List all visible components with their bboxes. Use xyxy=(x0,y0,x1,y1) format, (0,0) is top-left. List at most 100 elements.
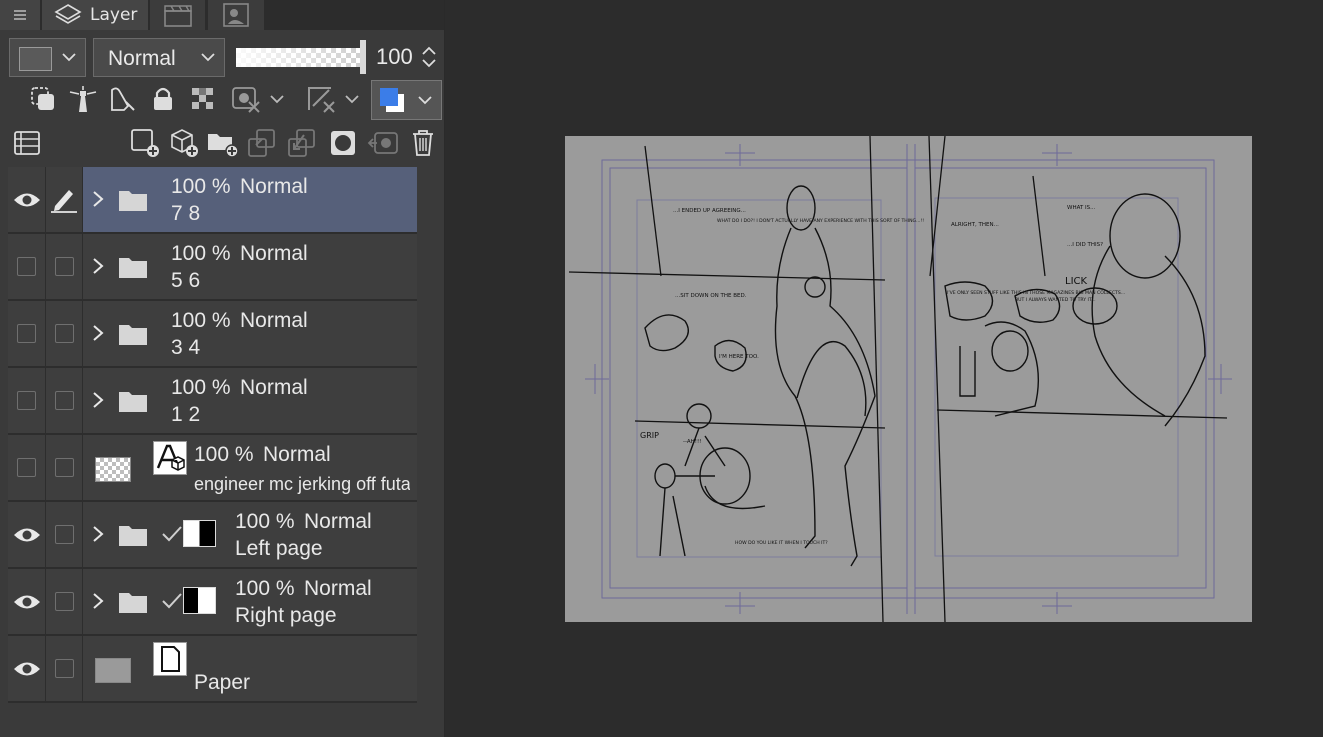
edit-checkbox xyxy=(54,324,74,343)
edit-checkbox xyxy=(54,525,74,544)
paper-icon xyxy=(161,646,180,672)
layer-color-select[interactable] xyxy=(9,38,86,77)
folder-icon xyxy=(119,258,147,278)
text-vector-icon xyxy=(156,444,185,471)
eye-icon xyxy=(13,662,40,675)
chevron-right-icon[interactable] xyxy=(91,591,105,611)
mask-enable-select[interactable] xyxy=(228,82,288,116)
speech-text: BUT I ALWAYS WANTED TO TRY IT... xyxy=(1015,297,1096,303)
layer-blend-mode: Normal xyxy=(240,376,308,399)
layer-row-7-8[interactable]: 100 % Normal 7 8 xyxy=(8,167,417,234)
blend-mode-select[interactable]: Normal xyxy=(93,38,225,77)
editing-target-toggle[interactable] xyxy=(46,435,83,500)
chevron-right-icon[interactable] xyxy=(91,256,105,276)
layer-row-right-page[interactable]: 100 % Normal Right page xyxy=(8,569,417,636)
layer-opacity: 100 % xyxy=(235,577,295,600)
layer-mask-thumbnail[interactable] xyxy=(183,520,216,547)
lock-layer-button[interactable] xyxy=(146,82,180,116)
layer-name-area[interactable]: 100 % Normal 7 8 xyxy=(83,167,417,232)
tab-navigator[interactable] xyxy=(208,0,264,30)
visibility-toggle[interactable] xyxy=(8,301,46,366)
text-layer-type-icon xyxy=(153,441,187,475)
layer-color-picker[interactable] xyxy=(371,80,442,120)
create-layer-mask-button[interactable] xyxy=(326,126,360,160)
canvas-area[interactable]: ...I ENDED UP AGREEING... WHAT DO I DO?!… xyxy=(445,0,1323,737)
palette-tab-bar: Layer xyxy=(0,0,444,30)
visibility-toggle[interactable] xyxy=(8,167,46,232)
editing-target-toggle[interactable] xyxy=(46,368,83,433)
combine-with-layer-below-button[interactable] xyxy=(285,126,319,160)
speech-text: I'M HERE TOO. xyxy=(719,354,759,360)
layer-mask-thumbnail[interactable] xyxy=(183,587,216,614)
layer-name-area[interactable]: 100 % Normal engineer mc jerking off fut… xyxy=(83,435,417,500)
opacity-spinner-icon[interactable] xyxy=(419,44,439,70)
tab-animation[interactable] xyxy=(150,0,205,30)
editing-target-toggle[interactable] xyxy=(46,301,83,366)
opacity-slider-handle[interactable] xyxy=(360,40,366,74)
opacity-value[interactable]: 100 xyxy=(376,44,413,70)
visibility-toggle[interactable] xyxy=(8,636,46,701)
layer-row-3-4[interactable]: 100 % Normal 3 4 xyxy=(8,301,417,368)
visibility-checkbox xyxy=(17,458,36,477)
palette-menu-button[interactable] xyxy=(0,0,40,30)
draft-layer-button[interactable] xyxy=(106,82,140,116)
transfer-to-lower-layer-button[interactable] xyxy=(245,126,279,160)
layer-name-area[interactable]: 100 % Normal 1 2 xyxy=(83,368,417,433)
visibility-toggle[interactable] xyxy=(8,435,46,500)
layer-name-area[interactable]: 100 % Normal 3 4 xyxy=(83,301,417,366)
chevron-right-icon[interactable] xyxy=(91,524,105,544)
list-panel-icon xyxy=(14,131,40,155)
lock-transparent-pixels-button[interactable] xyxy=(186,82,220,116)
edit-checkbox xyxy=(54,592,74,611)
draft-pen-icon xyxy=(111,87,135,111)
chevron-down-icon xyxy=(418,96,432,105)
layer-name-area[interactable]: Paper xyxy=(83,636,417,701)
comic-canvas[interactable]: ...I ENDED UP AGREEING... WHAT DO I DO?!… xyxy=(565,136,1252,622)
chevron-right-icon[interactable] xyxy=(91,390,105,410)
layer-row-5-6[interactable]: 100 % Normal 5 6 xyxy=(8,234,417,301)
editing-target-toggle[interactable] xyxy=(46,569,83,634)
delete-layer-button[interactable] xyxy=(406,126,440,160)
visibility-toggle[interactable] xyxy=(8,569,46,634)
ruler-display-select[interactable] xyxy=(304,82,366,116)
chevron-right-icon[interactable] xyxy=(91,323,105,343)
chevron-right-icon[interactable] xyxy=(91,189,105,209)
visibility-toggle[interactable] xyxy=(8,368,46,433)
visibility-toggle[interactable] xyxy=(8,234,46,299)
reference-layer-button[interactable] xyxy=(66,82,100,116)
layer-name-area[interactable]: 100 % Normal Left page xyxy=(83,502,417,567)
mask-enabled-check-icon[interactable] xyxy=(161,591,183,611)
visibility-toggle[interactable] xyxy=(8,502,46,567)
new-raster-layer-button[interactable] xyxy=(128,126,162,160)
layer-name: 3 4 xyxy=(171,336,201,359)
blend-mode-value: Normal xyxy=(108,47,176,70)
navigator-icon xyxy=(223,3,249,27)
tab-layer[interactable]: Layer xyxy=(42,0,148,30)
opacity-slider[interactable] xyxy=(236,48,360,67)
transfer-down-icon xyxy=(248,129,275,157)
layer-property-toggle-button[interactable] xyxy=(10,126,44,160)
editing-target-toggle[interactable] xyxy=(46,234,83,299)
ruler-disabled-icon xyxy=(308,87,359,113)
edit-checkbox xyxy=(54,391,74,410)
editing-target-toggle[interactable] xyxy=(46,502,83,567)
editing-target-toggle[interactable] xyxy=(46,636,83,701)
layer-name-area[interactable]: 100 % Normal Right page xyxy=(83,569,417,634)
new-vector-layer-button[interactable] xyxy=(167,126,201,160)
layer-row-paper[interactable]: Paper xyxy=(8,636,417,703)
layer-blend-mode: Normal xyxy=(263,443,331,466)
layer-name: 7 8 xyxy=(171,202,201,225)
clip-to-layer-below-button[interactable] xyxy=(26,82,60,116)
layer-opacity: 100 % xyxy=(194,443,254,466)
mask-enabled-check-icon[interactable] xyxy=(161,524,183,544)
layer-thumbnail xyxy=(95,457,131,482)
layer-row-text[interactable]: 100 % Normal engineer mc jerking off fut… xyxy=(8,435,417,502)
layer-row-1-2[interactable]: 100 % Normal 1 2 xyxy=(8,368,417,435)
editing-target-toggle[interactable] xyxy=(46,167,83,232)
new-folder-button[interactable] xyxy=(206,126,240,160)
tab-layer-label: Layer xyxy=(90,5,138,25)
chevron-down-icon xyxy=(201,53,215,62)
layer-row-left-page[interactable]: 100 % Normal Left page xyxy=(8,502,417,569)
apply-mask-button[interactable] xyxy=(366,126,400,160)
layer-name-area[interactable]: 100 % Normal 5 6 xyxy=(83,234,417,299)
